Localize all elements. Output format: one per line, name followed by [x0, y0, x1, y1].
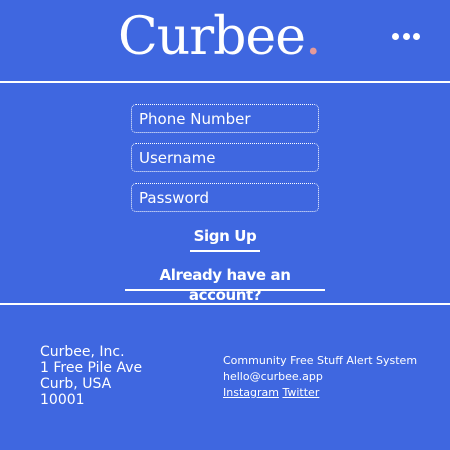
brand-dot: . [304, 7, 322, 67]
phone-number-input[interactable] [131, 104, 319, 133]
more-menu-button[interactable] [392, 29, 420, 43]
site-header: Curbee. [0, 0, 450, 81]
password-input[interactable] [131, 183, 319, 212]
instagram-link[interactable]: Instagram [223, 386, 279, 399]
tagline: Community Free Stuff Alert System [223, 354, 418, 367]
more-horizontal-icon [402, 32, 410, 40]
login-link[interactable]: Already have an account? [125, 265, 325, 304]
social-links: Instagram Twitter [223, 385, 417, 401]
address-zip: 10001 [40, 392, 85, 408]
username-input[interactable] [131, 143, 319, 172]
sign-up-button[interactable]: Sign Up [190, 226, 260, 252]
company-address: Curbee, Inc. 1 Free Pile Ave Curb, USA 1… [40, 344, 142, 408]
more-horizontal-icon [413, 32, 420, 40]
company-name: Curbee, Inc. [40, 344, 125, 360]
header-divider [0, 81, 450, 83]
twitter-link[interactable]: Twitter [282, 386, 319, 399]
footer-info: Community Free Stuff Alert System hello@… [223, 353, 417, 401]
more-horizontal-icon [392, 32, 399, 40]
address-city: Curb, USA [40, 376, 112, 392]
brand-name: Curbee [118, 7, 306, 67]
footer-divider [0, 303, 450, 305]
address-street: 1 Free Pile Ave [40, 360, 143, 376]
brand-logo[interactable]: Curbee. [118, 2, 321, 72]
contact-email: hello@curbee.app [223, 370, 323, 383]
